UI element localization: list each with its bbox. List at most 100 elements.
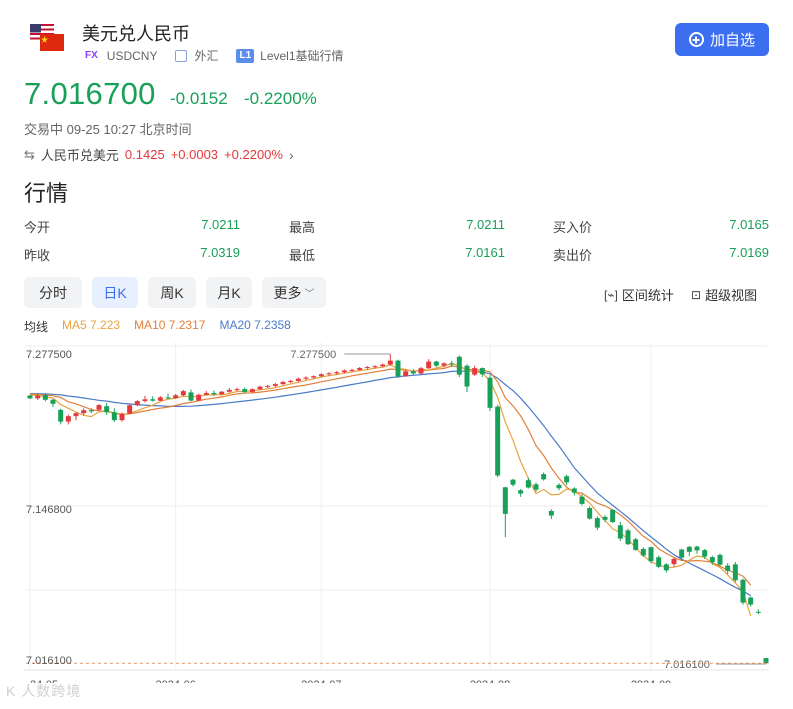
tab-weekly-k[interactable]: 周K — [148, 277, 196, 308]
candle-down — [755, 611, 761, 613]
cross-rate-link[interactable]: ⇆ 人民币兑美元 0.1425 +0.0003 +0.2200% › — [24, 145, 294, 164]
candle-down — [433, 361, 439, 366]
tab-daily-k[interactable]: 日K — [92, 277, 138, 308]
last-price: 7.016700 — [24, 76, 156, 111]
candle-down — [748, 597, 754, 605]
candle-down — [188, 392, 194, 401]
us-cn-flag-icon — [30, 24, 66, 54]
super-view-button[interactable]: ⊡ 超级视图 — [691, 285, 757, 304]
tab-monthly-k[interactable]: 月K — [206, 277, 252, 308]
candle-up — [357, 367, 363, 370]
candle-up — [180, 391, 186, 396]
candle-up — [288, 380, 294, 382]
candle-up — [35, 395, 41, 399]
candle-down — [579, 496, 585, 504]
candle-up — [127, 405, 133, 414]
candle-up — [326, 373, 332, 375]
candle-up — [173, 395, 179, 399]
candle-down — [525, 480, 531, 488]
candle-down — [27, 395, 33, 399]
chart-annotations: 7.277500 7.016100 — [26, 349, 767, 671]
stat-low-label: 最低 — [289, 248, 316, 263]
stat-ask: 卖出价 7.0169 — [553, 245, 769, 263]
candle-down — [395, 360, 401, 377]
interval-stats-label: 区间统计 — [621, 288, 674, 303]
x-tick-label: 2024-06 — [155, 679, 195, 683]
candle-down — [564, 476, 570, 483]
price-change: -0.0152 — [170, 89, 228, 108]
candle-down — [602, 516, 608, 520]
tab-more[interactable]: 更多 ﹀ — [262, 277, 326, 308]
chevron-down-icon: ﹀ — [304, 289, 315, 300]
candle-down — [58, 409, 64, 422]
stat-ask-value: 7.0169 — [729, 245, 769, 260]
candle-down — [625, 530, 631, 545]
cross-rate-change-pct: +0.2200% — [224, 147, 283, 162]
candle-down — [242, 389, 248, 392]
candle-up — [203, 393, 209, 395]
candle-up — [96, 405, 102, 410]
interval-stats-button[interactable]: [⌁] 区间统计 — [604, 285, 674, 304]
candle-up — [157, 397, 163, 401]
tab-intraday[interactable]: 分时 — [24, 277, 82, 308]
stat-open: 今开 7.0211 — [24, 217, 240, 235]
stat-bid-value: 7.0165 — [729, 217, 769, 232]
candle-up — [303, 377, 309, 379]
market-label: 外汇 — [194, 49, 219, 63]
candle-down — [104, 406, 110, 413]
candle-up — [234, 389, 240, 391]
stat-low: 最低 7.0161 — [289, 245, 505, 263]
candle-down — [533, 484, 539, 490]
stat-bid-label: 买入价 — [553, 220, 593, 235]
candle-up — [280, 381, 286, 385]
candle-down — [410, 371, 416, 374]
candle-up — [418, 368, 424, 374]
x-tick-label: 2024-08 — [470, 679, 510, 683]
candles — [27, 354, 769, 664]
candle-down — [725, 565, 731, 571]
candle-up — [364, 367, 370, 369]
candle-down — [694, 546, 700, 551]
forex-icon — [175, 49, 188, 62]
candle-up — [380, 364, 386, 367]
candle-up — [441, 363, 447, 366]
candle-up — [311, 376, 317, 378]
kline-chart[interactable]: 7.277500 7.016100 7.277500 7.146800 7.01610… — [0, 338, 793, 683]
candle-down — [518, 490, 524, 494]
period-tabs: 分时 日K 周K 月K 更多 ﹀ — [24, 277, 326, 308]
candle-up — [196, 394, 202, 401]
candle-down — [648, 547, 654, 562]
candle-down — [556, 484, 562, 489]
stat-ask-label: 卖出价 — [553, 248, 593, 263]
candle-up — [257, 386, 263, 390]
y-tick-label: 7.277500 — [26, 349, 72, 361]
candle-down — [510, 479, 516, 485]
candle-up — [671, 558, 677, 565]
candle-down — [702, 550, 708, 557]
candle-down — [571, 488, 577, 493]
candle-up — [219, 391, 225, 395]
candle-down — [111, 412, 117, 421]
chart-grid — [24, 342, 769, 671]
watermark: K 人数跨境 — [6, 683, 82, 699]
candle-up — [142, 399, 148, 402]
candle-up — [272, 384, 278, 386]
stat-high-value: 7.0211 — [466, 217, 505, 232]
candle-down — [633, 539, 639, 550]
bracket-chart-icon: [⌁] — [604, 287, 618, 302]
candle-up — [426, 361, 432, 369]
ma-legend: 均线 MA5 7.223 MA10 7.2317 MA20 7.2358 — [24, 318, 291, 335]
add-watchlist-button[interactable]: 加自选 — [675, 23, 769, 56]
ma5-legend: MA5 7.223 — [62, 318, 121, 332]
candle-down — [464, 365, 470, 387]
candle-down — [617, 525, 623, 539]
candle-down — [548, 511, 554, 516]
page-title: 美元兑人民币 — [82, 24, 190, 44]
candle-down — [495, 406, 501, 476]
candle-down — [732, 564, 738, 581]
candle-down — [487, 377, 493, 408]
candle-down — [679, 549, 685, 558]
candle-down — [211, 393, 217, 395]
candle-up — [341, 370, 347, 373]
candle-up — [73, 413, 79, 417]
